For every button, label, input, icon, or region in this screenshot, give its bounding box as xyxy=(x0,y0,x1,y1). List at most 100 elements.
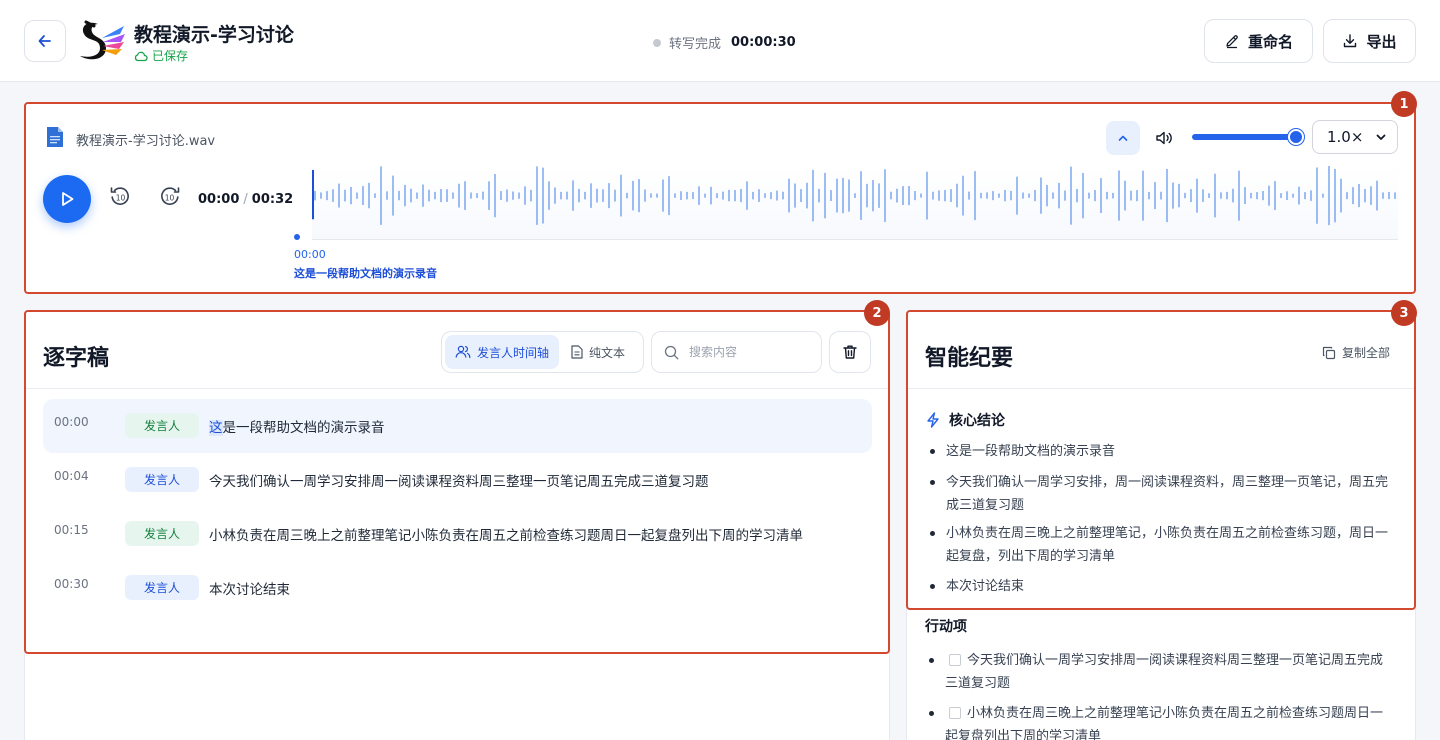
svg-text:10: 10 xyxy=(165,194,175,203)
current-word: 这 xyxy=(209,420,223,436)
saved-label: 已保存 xyxy=(152,49,189,63)
transcript-row[interactable]: 00:04 发言人 今天我们确认一周学习安排周一阅读课程资料周三整理一页笔记周五… xyxy=(43,453,872,507)
row-timestamp: 00:15 xyxy=(54,523,89,537)
transcript-panel: 逐字稿 发言人时间轴 纯文本 00:00 发言人 这是一段帮助文档的演示录音 0… xyxy=(24,310,890,654)
lightning-icon xyxy=(927,412,939,428)
transcript-row[interactable]: 00:30 发言人 本次讨论结束 xyxy=(43,561,872,615)
play-button[interactable] xyxy=(43,175,91,223)
copy-all-label: 复制全部 xyxy=(1342,346,1391,360)
row-text-rest: 是一段帮助文档的演示录音 xyxy=(222,420,385,436)
marker-text[interactable]: 这是一段帮助文档的演示录音 xyxy=(294,265,437,281)
conclusion-item: 今天我们确认一周学习安排，周一阅读课程资料，周三整理一页笔记，周五完成三道复习题 xyxy=(930,471,1390,517)
current-time: 00:00 xyxy=(198,192,240,207)
status-label: 转写完成 xyxy=(669,37,722,52)
conclusion-text: 小林负责在周三晚上之前整理笔记，小陈负责在周五之前检查练习题，周日一起复盘，列出… xyxy=(946,526,1389,564)
conclusion-item: 这是一段帮助文档的演示录音 xyxy=(930,440,1390,463)
transcript-title: 逐字稿 xyxy=(43,346,110,371)
cloud-icon xyxy=(134,51,148,61)
waveform[interactable] xyxy=(312,166,1398,240)
summary-title: 智能纪要 xyxy=(925,346,1014,371)
transcript-row[interactable]: 00:15 发言人 小林负责在周三晚上之前整理笔记小陈负责在周五之前检查练习题周… xyxy=(43,507,872,561)
search-icon xyxy=(664,345,679,359)
playback-speed-select[interactable]: 1.0× xyxy=(1312,120,1398,154)
toggle-plain-label: 纯文本 xyxy=(589,345,626,360)
toggle-plain-text[interactable]: 纯文本 xyxy=(561,335,635,369)
search-input[interactable] xyxy=(689,345,799,359)
playback-speed-value: 1.0× xyxy=(1327,128,1364,146)
export-button[interactable]: 导出 xyxy=(1323,19,1416,63)
annotation-badge-3: 3 xyxy=(1391,300,1417,326)
trash-icon xyxy=(843,345,857,359)
users-icon xyxy=(455,345,471,359)
swan-logo-icon xyxy=(80,20,125,60)
view-toggle: 发言人时间轴 纯文本 xyxy=(441,331,644,373)
rename-button[interactable]: 重命名 xyxy=(1204,19,1313,63)
forward-10-icon[interactable]: 10 xyxy=(158,184,182,208)
volume-slider-handle[interactable] xyxy=(1288,129,1304,145)
conclusion-item: 小林负责在周三晚上之前整理笔记，小陈负责在周五之前检查练习题，周日一起复盘，列出… xyxy=(930,522,1390,568)
copy-all-button[interactable]: 复制全部 xyxy=(1322,344,1390,361)
copy-icon xyxy=(1322,346,1336,359)
back-button[interactable] xyxy=(24,20,66,62)
action-checkbox[interactable] xyxy=(949,654,961,666)
status-dot xyxy=(653,38,661,47)
conclusion-text: 这是一段帮助文档的演示录音 xyxy=(946,444,1116,459)
annotation-badge-1: 1 xyxy=(1391,91,1417,117)
arrow-left-icon xyxy=(38,35,51,47)
transcript-header-divider xyxy=(26,388,888,389)
speaker-tag[interactable]: 发言人 xyxy=(125,413,199,438)
action-item: 小林负责在周三晚上之前整理笔记小陈负责在周五之前检查练习题周日一起复盘列出下周的… xyxy=(929,702,1389,740)
top-bar: 教程演示-学习讨论 已保存 转写完成 00:00:30 重命名 导出 xyxy=(0,0,1440,82)
chevron-up-icon xyxy=(1118,135,1128,141)
playback-time: 00:00/00:32 xyxy=(198,192,293,207)
action-items-heading: 行动项 xyxy=(925,619,967,635)
summary-header-divider xyxy=(908,388,1414,389)
toggle-speaker-timeline[interactable]: 发言人时间轴 xyxy=(445,335,560,369)
delete-button[interactable] xyxy=(829,331,871,373)
document-icon xyxy=(571,345,583,359)
collapse-player-button[interactable] xyxy=(1106,121,1140,155)
audio-file-icon xyxy=(47,127,63,147)
chevron-down-icon xyxy=(1376,134,1386,140)
core-conclusion-heading: 核心结论 xyxy=(925,410,1005,430)
row-timestamp: 00:04 xyxy=(54,469,89,483)
play-icon xyxy=(62,192,74,206)
saved-status: 已保存 xyxy=(134,47,188,64)
export-label: 导出 xyxy=(1366,32,1397,51)
transcription-status: 转写完成 00:00:30 xyxy=(653,33,796,52)
toggle-speaker-label: 发言人时间轴 xyxy=(477,345,550,360)
marker-time: 00:00 xyxy=(294,248,326,261)
speaker-tag[interactable]: 发言人 xyxy=(125,521,199,546)
conclusion-item: 本次讨论结束 xyxy=(930,575,1390,598)
playhead[interactable] xyxy=(294,234,300,240)
transcript-panel-continuation xyxy=(24,652,890,740)
row-text: 今天我们确认一周学习安排周一阅读课程资料周三整理一页笔记周五完成三道复习题 xyxy=(209,474,709,490)
core-conclusion-label: 核心结论 xyxy=(949,413,1005,429)
audio-player-panel: 教程演示-学习讨论.wav 1.0× 10 10 00:00/00:32 00:… xyxy=(24,102,1416,294)
volume-icon[interactable] xyxy=(1154,128,1174,148)
speaker-tag[interactable]: 发言人 xyxy=(125,467,199,492)
rewind-10-icon[interactable]: 10 xyxy=(108,184,132,208)
rename-label: 重命名 xyxy=(1247,32,1293,51)
summary-panel: 智能纪要 复制全部 核心结论 这是一段帮助文档的演示录音 今天我们确认一周学习安… xyxy=(906,310,1416,610)
download-icon xyxy=(1344,34,1357,48)
action-text: 小林负责在周三晚上之前整理笔记小陈负责在周五之前检查练习题周日一起复盘列出下周的… xyxy=(945,706,1384,740)
row-text: 小林负责在周三晚上之前整理笔记小陈负责在周五之前检查练习题周日一起复盘列出下周的… xyxy=(209,528,803,544)
row-timestamp: 00:00 xyxy=(54,415,89,429)
transcript-row[interactable]: 00:00 发言人 这是一段帮助文档的演示录音 xyxy=(43,399,872,453)
conclusion-text: 今天我们确认一周学习安排，周一阅读课程资料，周三整理一页笔记，周五完成三道复习题 xyxy=(946,475,1389,513)
action-text: 今天我们确认一周学习安排周一阅读课程资料周三整理一页笔记周五完成三道复习题 xyxy=(945,653,1384,691)
speaker-tag[interactable]: 发言人 xyxy=(125,575,199,600)
duration: 00:32 xyxy=(251,192,294,207)
conclusion-text: 本次讨论结束 xyxy=(946,579,1025,594)
action-checkbox[interactable] xyxy=(949,707,961,719)
row-text: 这是一段帮助文档的演示录音 xyxy=(209,416,385,436)
time-separator: / xyxy=(243,192,248,207)
svg-text:10: 10 xyxy=(116,194,126,203)
search-box[interactable] xyxy=(651,331,822,373)
document-title: 教程演示-学习讨论 xyxy=(134,24,294,46)
status-time: 00:00:30 xyxy=(731,35,796,50)
volume-slider[interactable] xyxy=(1192,134,1296,140)
annotation-badge-2: 2 xyxy=(864,300,890,326)
file-name: 教程演示-学习讨论.wav xyxy=(76,134,216,149)
